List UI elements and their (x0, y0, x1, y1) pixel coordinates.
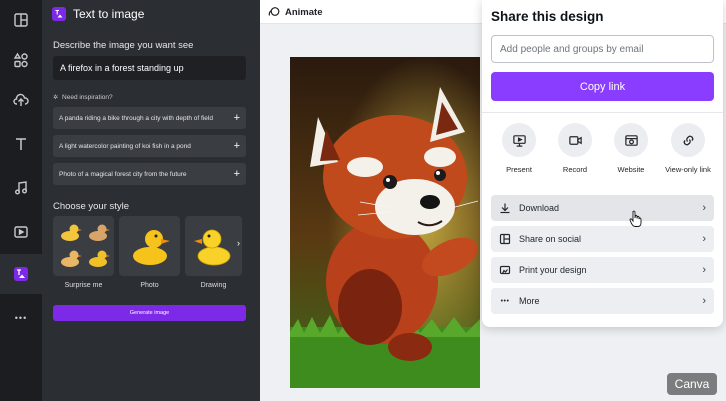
plus-icon: + (233, 111, 240, 124)
website-icon (614, 123, 648, 157)
plus-icon: + (233, 139, 240, 152)
animate-icon (268, 7, 280, 16)
uploads-icon[interactable] (0, 80, 42, 120)
style-label: Choose your style (53, 201, 130, 212)
row-label: Print your design (519, 265, 587, 275)
share-option-record[interactable]: Record (550, 123, 600, 174)
divider (482, 112, 723, 113)
suggestion-item[interactable]: A panda riding a bike through a city wit… (53, 107, 246, 129)
row-label: More (519, 296, 540, 306)
plus-icon: + (233, 167, 240, 180)
inspiration-heading: ✲ Need inspiration? (53, 94, 113, 101)
suggestion-text: Photo of a magical forest city from the … (59, 170, 187, 178)
row-label: Share on social (519, 234, 582, 244)
text-to-image-panel: Text to image Describe the image you wan… (42, 0, 260, 401)
print-your-design-row[interactable]: Print your design › (491, 257, 714, 283)
print-icon (499, 264, 511, 276)
suggestion-item[interactable]: A light watercolor painting of koi fish … (53, 135, 246, 157)
sparkle-icon: ✲ (53, 95, 59, 101)
panel-header: Text to image (52, 6, 144, 22)
style-card-surprise-me[interactable] (53, 216, 114, 276)
link-icon (671, 123, 705, 157)
suggestion-text: A panda riding a bike through a city wit… (59, 114, 213, 122)
style-card-photo[interactable] (119, 216, 180, 276)
design-image[interactable] (290, 57, 480, 388)
social-icon (499, 233, 511, 245)
elements-icon[interactable] (0, 40, 42, 80)
share-dropdown: Share this design Copy link Present Reco… (482, 0, 723, 327)
layout-icon[interactable] (0, 0, 42, 40)
present-icon (502, 123, 536, 157)
share-option-present[interactable]: Present (494, 123, 544, 174)
panel-title: Text to image (73, 7, 145, 21)
download-icon (499, 202, 511, 214)
animate-label: Animate (285, 6, 323, 18)
prompt-input[interactable]: A firefox in a forest standing up (53, 56, 246, 80)
audio-icon[interactable] (0, 168, 42, 208)
text-to-image-icon[interactable] (0, 254, 42, 294)
more-icon[interactable]: ••• (0, 298, 42, 338)
chevron-right-icon: › (702, 233, 706, 245)
download-row[interactable]: Download › (491, 195, 714, 221)
option-label: Present (506, 165, 532, 174)
copy-link-button[interactable]: Copy link (491, 72, 714, 101)
video-icon[interactable] (0, 212, 42, 252)
suggestion-text: A light watercolor painting of koi fish … (59, 142, 191, 150)
suggestion-item[interactable]: Photo of a magical forest city from the … (53, 163, 246, 185)
record-icon (558, 123, 592, 157)
red-panda-illustration (290, 57, 480, 388)
duck-grid-icon (60, 224, 110, 267)
animate-button[interactable]: Animate (268, 4, 322, 20)
more-dots-icon: ••• (500, 297, 510, 305)
text-to-image-app-icon (52, 7, 66, 21)
row-label: Download (519, 203, 560, 213)
rubber-duck-icon (132, 230, 170, 265)
style-caption: Photo (140, 282, 159, 289)
style-next-chevron-icon[interactable]: › (237, 238, 240, 248)
describe-label: Describe the image you want see (53, 40, 194, 51)
hand-cursor-icon (629, 210, 642, 227)
left-icon-rail: ••• (0, 0, 42, 401)
share-option-website[interactable]: Website (606, 123, 656, 174)
style-caption: Surprise me (64, 282, 103, 289)
style-caption: Drawing (200, 282, 227, 289)
share-title: Share this design (491, 9, 604, 24)
option-label: Record (562, 165, 588, 174)
chevron-right-icon: › (702, 264, 706, 276)
option-label: Website (617, 165, 645, 174)
chevron-right-icon: › (702, 295, 706, 307)
more-glyph: ••• (14, 313, 28, 323)
canva-watermark: Canva (667, 373, 717, 395)
option-label: View-only link (665, 165, 711, 174)
drawn-duck-icon (193, 229, 230, 266)
text-icon[interactable] (0, 124, 42, 164)
style-card-drawing[interactable] (185, 216, 242, 276)
more-row[interactable]: ••• More › (491, 288, 714, 314)
prompt-value: A firefox in a forest standing up (60, 63, 184, 73)
share-on-social-row[interactable]: Share on social › (491, 226, 714, 252)
inspiration-label: Need inspiration? (62, 94, 113, 101)
generate-image-button[interactable]: Generate image (53, 305, 246, 321)
share-option-view-only-link[interactable]: View-only link (663, 123, 713, 174)
chevron-right-icon: › (702, 202, 706, 214)
add-people-input[interactable] (491, 35, 714, 63)
